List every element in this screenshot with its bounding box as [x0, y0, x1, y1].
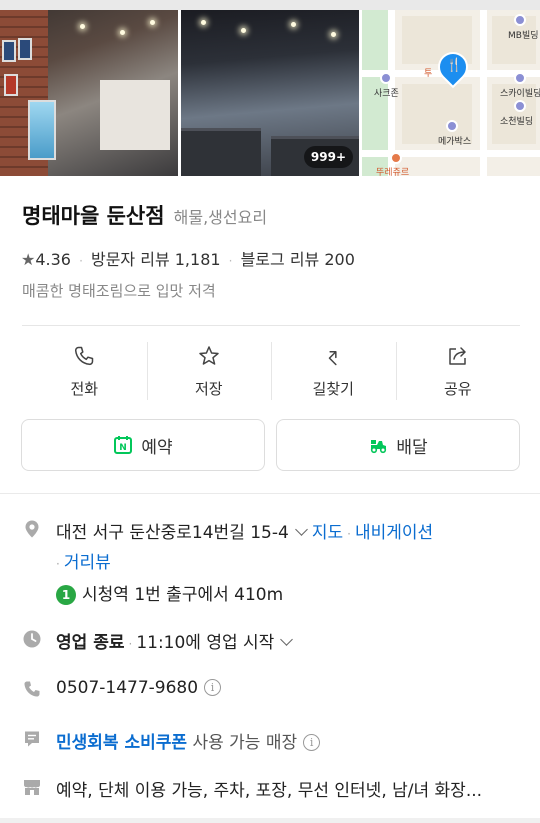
restaurant-icon: 🍴 [446, 58, 463, 73]
phone-icon [24, 681, 40, 697]
map-link[interactable]: 지도 [312, 523, 343, 543]
map-label: 메가박스 [438, 137, 472, 147]
directions-icon [328, 351, 337, 366]
directions-label: 길찾기 [312, 380, 354, 398]
svg-text:N: N [120, 443, 128, 453]
delivery-label: 배달 [396, 437, 428, 458]
share-button[interactable]: 공유 [395, 340, 521, 402]
clock-icon [23, 630, 41, 648]
hours-line: 영업 종료 · 11:10에 영업 시작 [56, 628, 297, 653]
chevron-down-icon[interactable] [280, 633, 294, 646]
star-icon [199, 346, 219, 365]
save-button[interactable]: 저장 [146, 340, 272, 402]
section-divider [0, 818, 540, 823]
chevron-down-icon[interactable] [294, 523, 308, 536]
map-poi-icon [446, 120, 458, 132]
blog-reviews-link[interactable]: 블로그 리뷰 200 [241, 250, 355, 269]
map-label: 투 [424, 69, 433, 79]
map-label: 스카이빌딩 [500, 89, 540, 99]
coupon-icon [25, 731, 39, 747]
rating-star-icon: ★ [21, 250, 36, 269]
review-stats: ★4.36 · 방문자 리뷰 1,181 · 블로그 리뷰 200 [21, 246, 355, 270]
info-icon[interactable]: i [303, 734, 321, 751]
ceiling-light [150, 20, 155, 25]
subway-line: 1 시청역 1번 출구에서 410m [56, 580, 283, 605]
ceiling-light [331, 32, 336, 37]
separator: · [56, 557, 60, 571]
info-icon[interactable]: i [204, 679, 222, 696]
phone-line: 0507-1477-9680 i [56, 678, 222, 698]
separator: · [228, 254, 233, 268]
separator: · [79, 254, 83, 268]
phone-number[interactable]: 0507-1477-9680 [56, 678, 198, 698]
place-tagline: 매콤한 명태조림으로 입맛 저격 [22, 282, 216, 300]
street-view-line: · 거리뷰 [56, 548, 111, 573]
ceiling-light [80, 24, 85, 29]
map-poi-icon [380, 72, 392, 84]
map-poi-icon [514, 72, 526, 84]
share-icon [449, 347, 466, 365]
map-label: MB빌딩 [508, 31, 539, 41]
kiosk-screen [28, 100, 56, 160]
ceiling-light [291, 22, 296, 27]
counter [100, 80, 170, 150]
map-label: 뚜레쥬르 [376, 168, 410, 176]
navigation-link[interactable]: 내비게이션 [355, 523, 433, 543]
address-line: 대전 서구 둔산중로14번길 15-4 지도 · 내비게이션 [56, 518, 433, 543]
reserve-button[interactable]: N 예약 [21, 419, 265, 471]
action-bar: 전화 저장 길찾기 공유 [22, 340, 520, 402]
map-poi-icon [390, 152, 402, 164]
location-icon [25, 520, 39, 538]
subway-directions: 시청역 1번 출구에서 410m [82, 585, 284, 605]
directions-button[interactable]: 길찾기 [271, 340, 396, 402]
map-road [362, 150, 540, 157]
place-category: 해물,생선요리 [173, 208, 268, 227]
gallery-photo-dining-hall[interactable]: 999+ [181, 10, 359, 176]
rating-value: 4.36 [35, 250, 71, 269]
ceiling-light [241, 28, 246, 33]
wall-frame [4, 74, 18, 96]
ceiling-light [201, 20, 206, 25]
separator: · [128, 637, 133, 651]
booth [181, 128, 261, 176]
phone-icon [75, 346, 94, 366]
delivery-scooter-icon [371, 440, 387, 454]
coupon-link[interactable]: 민생회복 소비쿠폰 [56, 733, 187, 753]
map-thumbnail[interactable]: MB빌딩 사크존 스카이빌딩 소천빌딩 메가박스 뚜레쥬르 투 🍴 [362, 10, 540, 176]
photo-count-badge[interactable]: 999+ [303, 146, 353, 168]
visitor-reviews-link[interactable]: 방문자 리뷰 1,181 [91, 250, 221, 269]
coupon-line: 민생회복 소비쿠폰 사용 가능 매장 i [56, 728, 321, 753]
wall-frame [2, 40, 16, 62]
calendar-icon: N [114, 436, 133, 454]
street-view-link[interactable]: 거리뷰 [64, 553, 111, 573]
subway-line-badge: 1 [56, 585, 76, 605]
wall-frame [18, 38, 32, 60]
place-header: 명태마을 둔산점 해물,생선요리 [22, 200, 267, 230]
call-label: 전화 [70, 380, 99, 398]
hours-status: 영업 종료 [56, 633, 125, 653]
photo-gallery[interactable]: 999+ MB빌딩 사크존 스카이빌딩 소천빌딩 메가박스 뚜레쥬르 투 🍴 [0, 0, 540, 176]
divider [22, 325, 520, 326]
amenities-text: 예약, 단체 이용 가능, 주차, 포장, 무선 인터넷, 남/녀 화장... [56, 781, 483, 801]
call-button[interactable]: 전화 [22, 340, 147, 402]
share-label: 공유 [443, 380, 472, 398]
address-text[interactable]: 대전 서구 둔산중로14번길 15-4 [56, 523, 289, 543]
delivery-button[interactable]: 배달 [276, 419, 520, 471]
ceiling-light [120, 30, 125, 35]
top-strip [0, 0, 540, 10]
separator: · [347, 527, 351, 541]
map-label: 사크존 [374, 89, 399, 99]
save-label: 저장 [194, 380, 223, 398]
gallery-photo-interior-entrance[interactable] [0, 10, 178, 176]
coupon-text: 사용 가능 매장 [192, 733, 298, 753]
reserve-label: 예약 [141, 437, 173, 458]
hours-next-open: 11:10에 영업 시작 [136, 633, 275, 653]
map-poi-icon [514, 14, 526, 26]
map-label: 소천빌딩 [500, 117, 534, 127]
place-name: 명태마을 둔산점 [22, 204, 165, 228]
divider [0, 493, 540, 494]
map-poi-icon [514, 100, 526, 112]
store-icon [24, 780, 40, 795]
